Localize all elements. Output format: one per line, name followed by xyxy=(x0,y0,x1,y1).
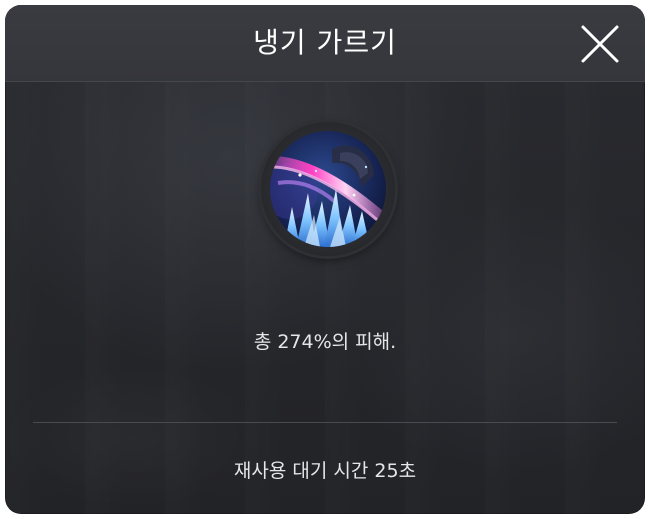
skill-description: 총 274%의 피해. xyxy=(253,331,397,353)
ice-slash-skill-icon xyxy=(270,131,386,247)
skill-info-dialog: 냉기 가르기 총 274%의 피해. 재사용 대기 시간 25초 xyxy=(5,5,645,514)
divider xyxy=(33,422,617,423)
dialog-header: 냉기 가르기 xyxy=(5,5,645,82)
close-button[interactable] xyxy=(579,23,621,65)
skill-cooldown: 재사용 대기 시간 25초 xyxy=(233,460,417,482)
dialog-title: 냉기 가르기 xyxy=(253,26,397,59)
close-icon xyxy=(581,25,619,63)
skill-icon-frame xyxy=(261,122,395,256)
